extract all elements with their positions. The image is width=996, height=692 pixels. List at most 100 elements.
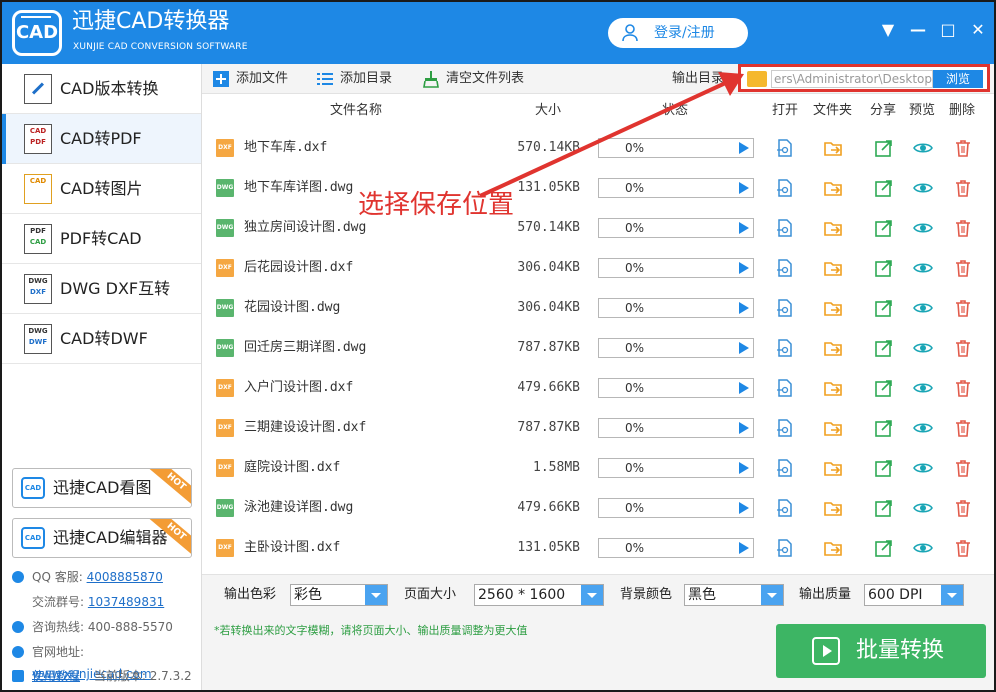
eye-icon[interactable] (913, 378, 933, 398)
eye-icon[interactable] (913, 458, 933, 478)
trash-icon[interactable] (953, 298, 973, 318)
open-file-icon[interactable] (774, 258, 794, 278)
open-file-icon[interactable] (774, 178, 794, 198)
add-directory-button[interactable]: 添加目录 (316, 70, 392, 88)
sidebar-item-pdf-to-cad[interactable]: PDF CAD PDF转CAD (2, 214, 201, 264)
eye-icon[interactable] (913, 178, 933, 198)
trash-icon[interactable] (953, 218, 973, 238)
share-icon[interactable] (874, 538, 894, 558)
play-icon[interactable] (739, 382, 749, 394)
table-row[interactable]: DWG 泳池建设详图.dwg 479.66KB 0% (202, 488, 994, 528)
folder-open-icon[interactable] (823, 458, 843, 478)
folder-open-icon[interactable] (823, 178, 843, 198)
play-icon[interactable] (739, 262, 749, 274)
sidebar-item-cad-to-image[interactable]: CAD CAD转图片 (2, 164, 201, 214)
share-icon[interactable] (874, 218, 894, 238)
trash-icon[interactable] (953, 378, 973, 398)
table-row[interactable]: DWG 花园设计图.dwg 306.04KB 0% (202, 288, 994, 328)
color-select[interactable]: 彩色 (290, 584, 388, 606)
share-icon[interactable] (874, 338, 894, 358)
eye-icon[interactable] (913, 218, 933, 238)
folder-open-icon[interactable] (823, 418, 843, 438)
open-file-icon[interactable] (774, 378, 794, 398)
qq-link[interactable]: 4008885870 (87, 570, 163, 584)
share-icon[interactable] (874, 498, 894, 518)
promo-cad-editor[interactable]: CAD 迅捷CAD编辑器 HOT (12, 518, 192, 558)
folder-open-icon[interactable] (823, 378, 843, 398)
table-row[interactable]: DXF 后花园设计图.dxf 306.04KB 0% (202, 248, 994, 288)
play-icon[interactable] (739, 342, 749, 354)
open-file-icon[interactable] (774, 218, 794, 238)
share-icon[interactable] (874, 458, 894, 478)
table-row[interactable]: DXF 入户门设计图.dxf 479.66KB 0% (202, 368, 994, 408)
open-file-icon[interactable] (774, 138, 794, 158)
share-icon[interactable] (874, 378, 894, 398)
trash-icon[interactable] (953, 498, 973, 518)
share-icon[interactable] (874, 258, 894, 278)
maximize-icon[interactable]: □ (940, 20, 956, 40)
trash-icon[interactable] (953, 458, 973, 478)
trash-icon[interactable] (953, 538, 973, 558)
open-file-icon[interactable] (774, 338, 794, 358)
eye-icon[interactable] (913, 138, 933, 158)
trash-icon[interactable] (953, 418, 973, 438)
open-file-icon[interactable] (774, 458, 794, 478)
trash-icon[interactable] (953, 178, 973, 198)
play-icon[interactable] (739, 302, 749, 314)
folder-open-icon[interactable] (823, 258, 843, 278)
folder-open-icon[interactable] (823, 218, 843, 238)
trash-icon[interactable] (953, 258, 973, 278)
login-button[interactable]: 登录/注册 (608, 18, 748, 48)
open-file-icon[interactable] (774, 538, 794, 558)
folder-open-icon[interactable] (823, 298, 843, 318)
table-row[interactable]: DXF 庭院设计图.dxf 1.58MB 0% (202, 448, 994, 488)
output-path-input[interactable] (771, 70, 933, 88)
contact-website: 官网地址: www.xunjiecad.com (12, 641, 202, 681)
group-link[interactable]: 1037489831 (88, 595, 164, 609)
folder-open-icon[interactable] (823, 138, 843, 158)
play-icon[interactable] (739, 502, 749, 514)
folder-open-icon[interactable] (823, 498, 843, 518)
share-icon[interactable] (874, 418, 894, 438)
minimize-icon[interactable]: — (910, 20, 926, 40)
table-row[interactable]: DWG 独立房间设计图.dwg 570.14KB 0% (202, 208, 994, 248)
table-row[interactable]: DXF 三期建设设计图.dxf 787.87KB 0% (202, 408, 994, 448)
eye-icon[interactable] (913, 538, 933, 558)
col-folder: 文件夹 (813, 103, 853, 118)
play-icon[interactable] (739, 462, 749, 474)
share-icon[interactable] (874, 178, 894, 198)
open-file-icon[interactable] (774, 498, 794, 518)
sidebar-item-cad-to-dwf[interactable]: DWG DWF CAD转DWF (2, 314, 201, 364)
folder-open-icon[interactable] (823, 538, 843, 558)
sidebar-item-cad-to-pdf[interactable]: CAD PDF CAD转PDF (2, 114, 201, 164)
add-file-button[interactable]: 添加文件 (212, 70, 288, 88)
sidebar-item-version-convert[interactable]: CAD版本转换 (2, 64, 201, 114)
quality-select[interactable]: 600 DPI (864, 584, 964, 606)
eye-icon[interactable] (913, 298, 933, 318)
tutorial-link[interactable]: 使用教程 (32, 669, 80, 683)
close-icon[interactable]: ✕ (970, 20, 986, 40)
share-icon[interactable] (874, 298, 894, 318)
menu-dropdown-icon[interactable]: ▼ (880, 20, 896, 40)
eye-icon[interactable] (913, 338, 933, 358)
play-icon[interactable] (739, 222, 749, 234)
folder-open-icon[interactable] (823, 338, 843, 358)
eye-icon[interactable] (913, 258, 933, 278)
batch-convert-button[interactable]: 批量转换 (776, 624, 986, 678)
eye-icon[interactable] (913, 498, 933, 518)
bg-color-select[interactable]: 黑色 (684, 584, 784, 606)
share-icon[interactable] (874, 138, 894, 158)
trash-icon[interactable] (953, 138, 973, 158)
browse-button[interactable]: 浏览 (933, 70, 983, 88)
table-row[interactable]: DWG 回迁房三期详图.dwg 787.87KB 0% (202, 328, 994, 368)
trash-icon[interactable] (953, 338, 973, 358)
promo-cad-viewer[interactable]: CAD 迅捷CAD看图 HOT (12, 468, 192, 508)
open-file-icon[interactable] (774, 298, 794, 318)
play-icon[interactable] (739, 422, 749, 434)
play-icon[interactable] (739, 542, 749, 554)
open-file-icon[interactable] (774, 418, 794, 438)
sidebar-item-dwg-dxf[interactable]: DWG DXF DWG DXF互转 (2, 264, 201, 314)
eye-icon[interactable] (913, 418, 933, 438)
page-size-select[interactable]: 2560 * 1600 (474, 584, 604, 606)
table-row[interactable]: DXF 主卧设计图.dxf 131.05KB 0% (202, 528, 994, 568)
